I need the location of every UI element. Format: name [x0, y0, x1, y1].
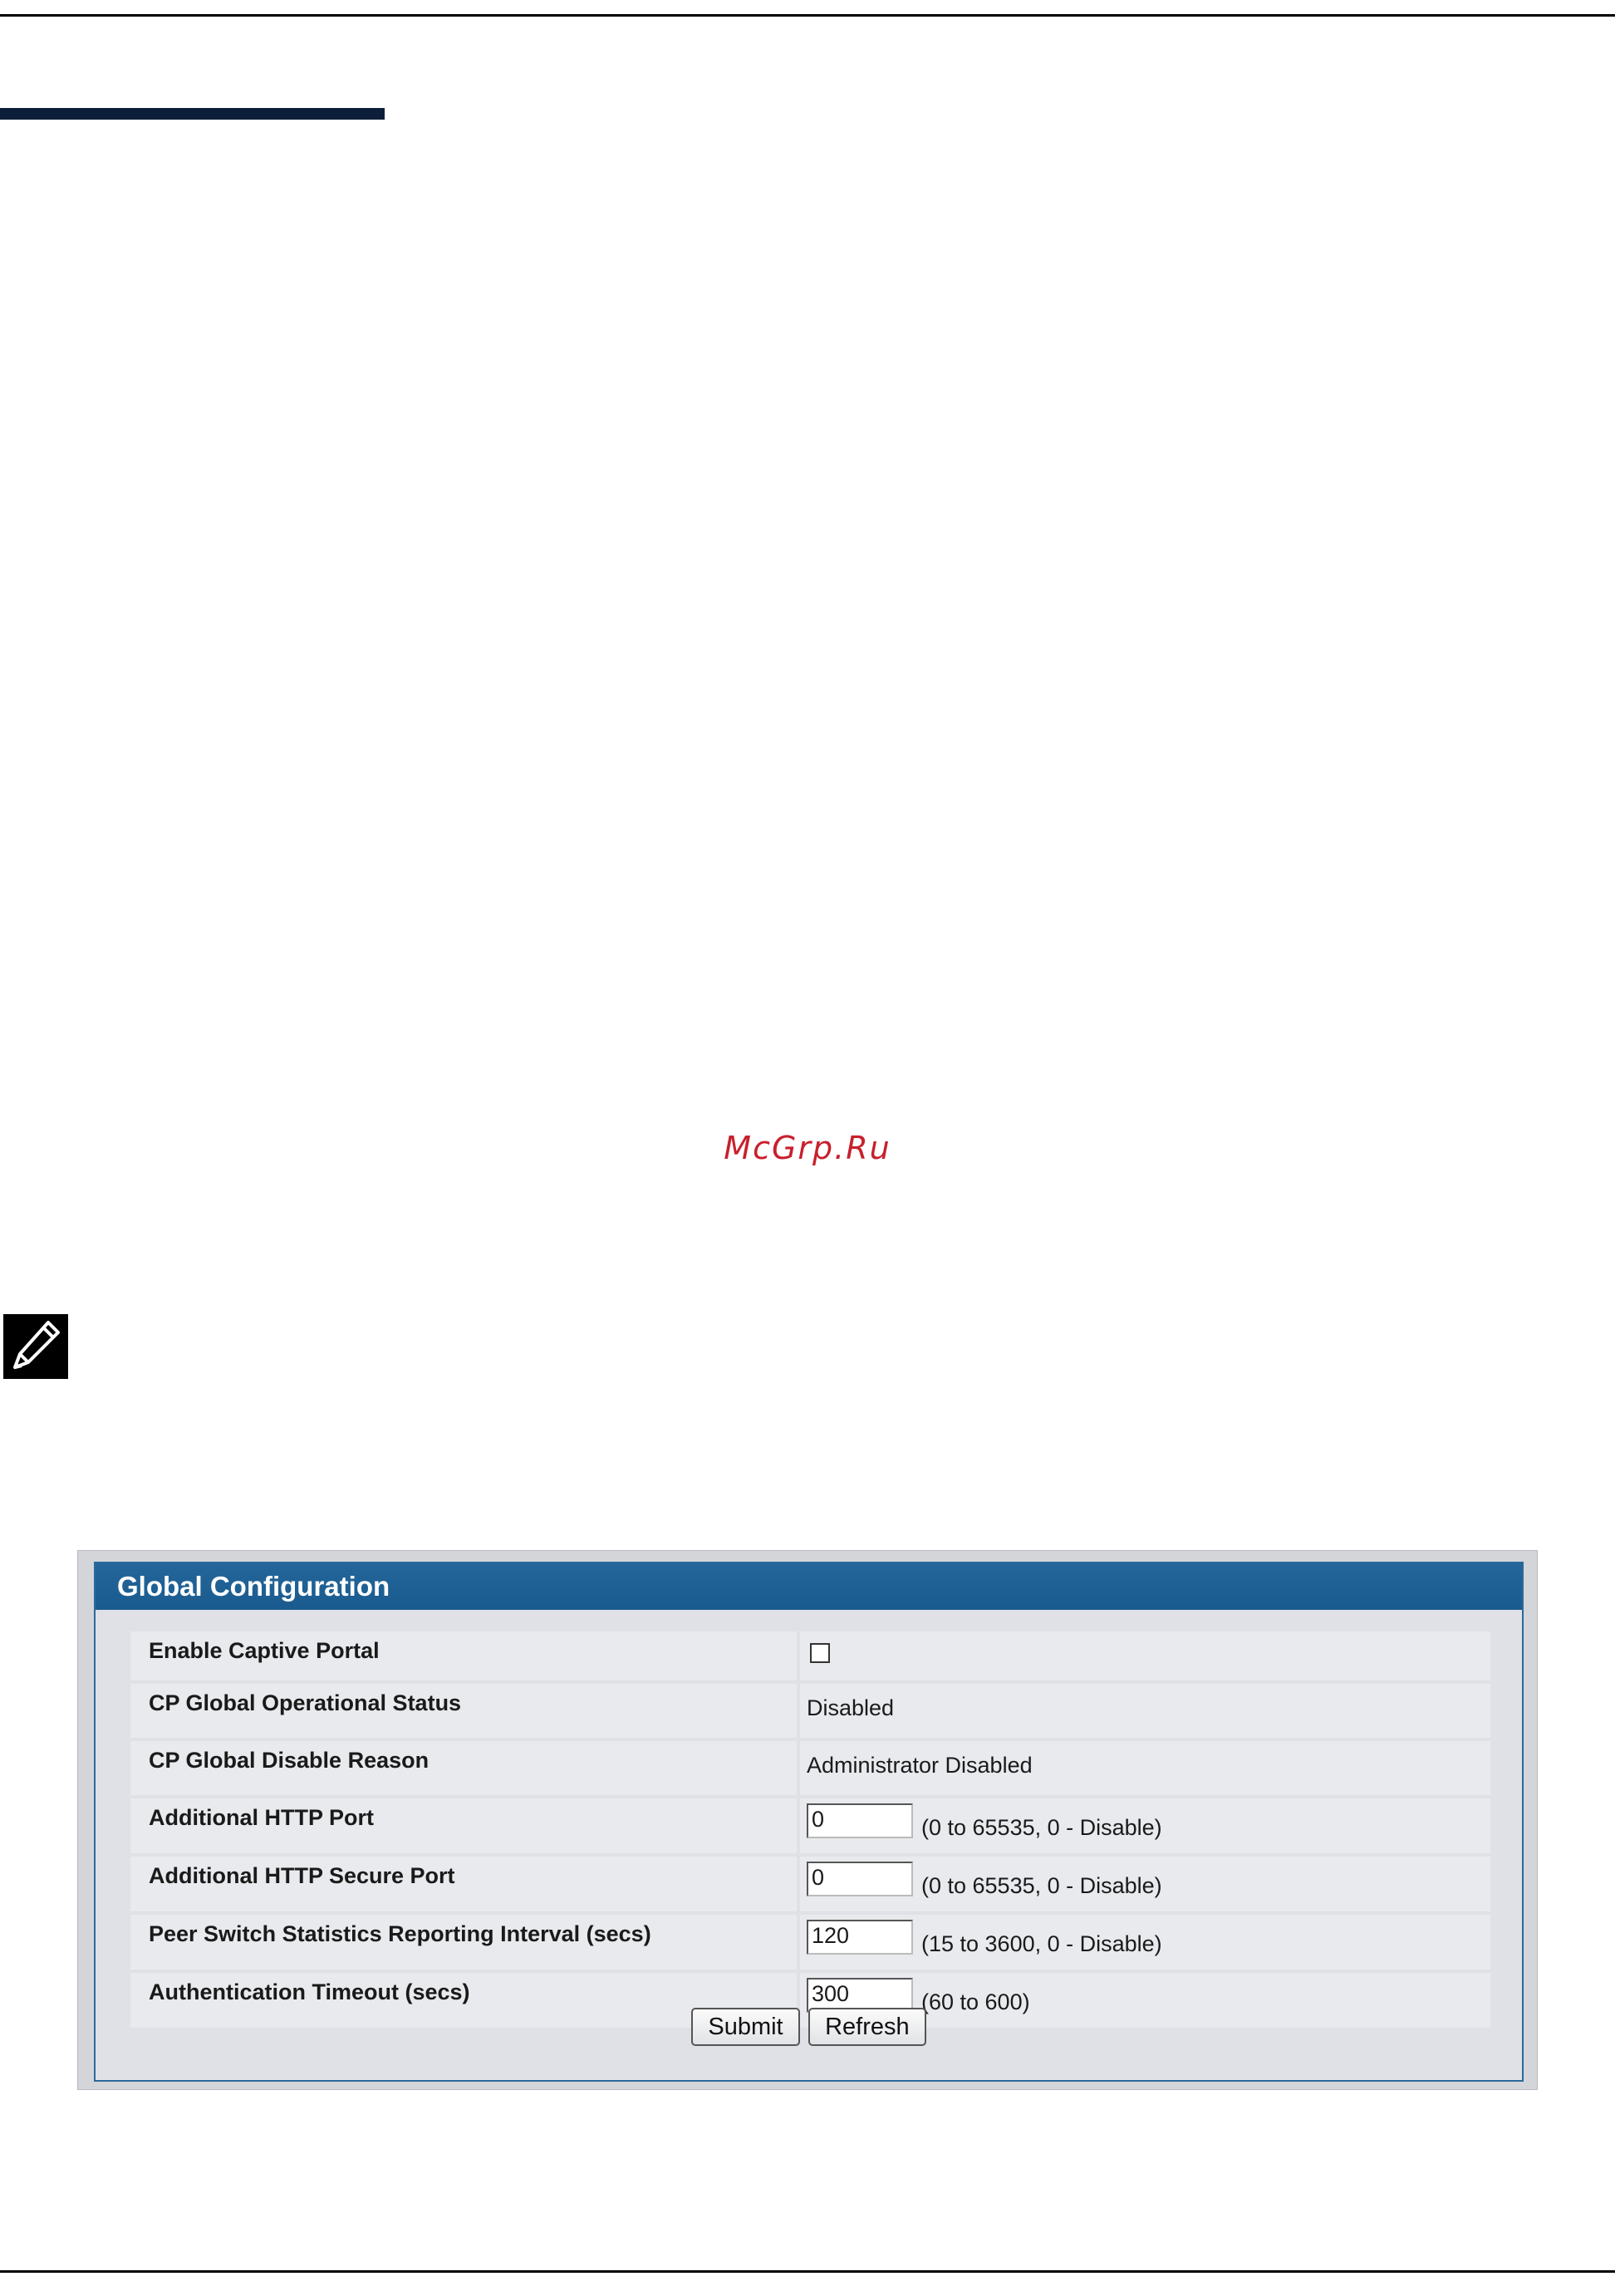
bottom-rule: [0, 2270, 1615, 2273]
table-row: CP Global Operational Status Disabled: [130, 1684, 1490, 1738]
config-table: Enable Captive Portal CP Global Operatio…: [130, 1628, 1490, 2031]
section-heading-bar: [0, 108, 385, 120]
enable-captive-portal-checkbox[interactable]: [810, 1643, 830, 1663]
table-row: Additional HTTP Port 0 (0 to 65535, 0 - D…: [130, 1798, 1490, 1853]
table-row: Peer Switch Statistics Reporting Interva…: [130, 1915, 1490, 1970]
panel-body: Global Configuration Enable Captive Port…: [94, 1562, 1524, 2082]
row-label: Enable Captive Portal: [130, 1631, 800, 1680]
table-row: Additional HTTP Secure Port 0 (0 to 65535…: [130, 1857, 1490, 1911]
table-row: Enable Captive Portal: [130, 1631, 1490, 1680]
top-rule: [0, 14, 1615, 17]
note-pencil-icon: [3, 1314, 68, 1379]
panel-header: Global Configuration: [96, 1563, 1522, 1610]
panel-title: Global Configuration: [117, 1571, 390, 1602]
watermark: McGrp.Ru: [724, 1130, 891, 1166]
range-hint: (0 to 65535, 0 - Disable): [921, 1815, 1162, 1840]
submit-button[interactable]: Submit: [691, 2008, 800, 2046]
http-secure-port-input[interactable]: 0: [807, 1862, 913, 1896]
table-row: CP Global Disable Reason Administrator D…: [130, 1741, 1490, 1795]
row-label: CP Global Operational Status: [130, 1684, 800, 1738]
row-label: Additional HTTP Secure Port: [130, 1857, 800, 1911]
disable-reason-value: Administrator Disabled: [800, 1741, 1490, 1795]
button-row: Submit Refresh: [96, 2008, 1522, 2046]
row-label: Peer Switch Statistics Reporting Interva…: [130, 1915, 800, 1970]
range-hint: (0 to 65535, 0 - Disable): [921, 1873, 1162, 1898]
row-label: Additional HTTP Port: [130, 1798, 800, 1853]
refresh-button[interactable]: Refresh: [808, 2008, 926, 2046]
range-hint: (15 to 3600, 0 - Disable): [921, 1931, 1162, 1956]
operational-status-value: Disabled: [800, 1684, 1490, 1738]
http-port-input[interactable]: 0: [807, 1803, 913, 1838]
global-configuration-panel: Global Configuration Enable Captive Port…: [77, 1550, 1538, 2090]
stats-interval-input[interactable]: 120: [807, 1920, 913, 1955]
row-label: CP Global Disable Reason: [130, 1741, 800, 1795]
